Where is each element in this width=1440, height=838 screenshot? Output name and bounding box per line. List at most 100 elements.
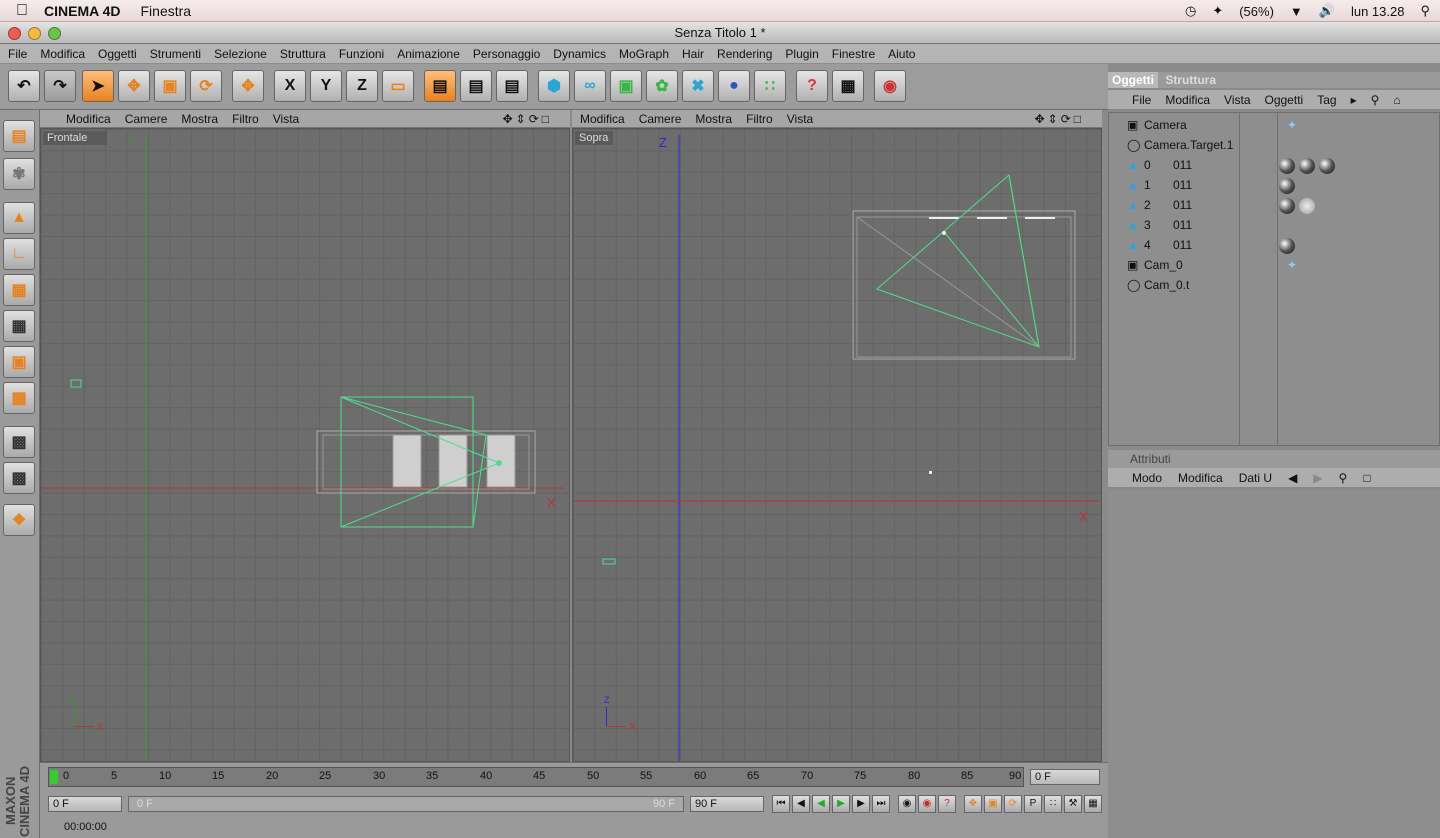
object-row-1[interactable]: ▲ 1 011 <box>1109 175 1439 195</box>
next-key-icon[interactable]: ▶ <box>852 795 870 813</box>
om-menu-oggetti[interactable]: Oggetti <box>1265 93 1304 107</box>
render-picture-viewer-icon[interactable]: ▤ <box>460 70 492 102</box>
viewport-top[interactable]: Sopra Z X Z X <box>572 128 1102 762</box>
om-home-icon[interactable]: ⌂ <box>1393 93 1400 107</box>
motion-record-icon[interactable]: ◉ <box>898 795 916 813</box>
deformer-icon[interactable]: ✖ <box>682 70 714 102</box>
menu-aiuto[interactable]: Aiuto <box>888 47 915 61</box>
menu-dynamics[interactable]: Dynamics <box>553 47 606 61</box>
coordinate-system-icon[interactable]: ▭ <box>382 70 414 102</box>
menu-oggetti[interactable]: Oggetti <box>98 47 137 61</box>
play-forward-icon[interactable]: ▶ <box>832 795 850 813</box>
protection-tag-icon[interactable]: ✦ <box>1287 115 1297 135</box>
attr-menu-modo[interactable]: Modo <box>1132 471 1162 485</box>
om-more-icon[interactable]: ▸ <box>1351 93 1357 107</box>
vp1-menu-vista[interactable]: Vista <box>273 112 299 126</box>
om-menu-file[interactable]: File <box>1132 93 1151 107</box>
vp1-menu-camere[interactable]: Camere <box>125 112 168 126</box>
object-tool-icon[interactable]: ∟ <box>3 238 35 270</box>
menu-plugin[interactable]: Plugin <box>785 47 818 61</box>
x-axis-button[interactable]: X <box>274 70 306 102</box>
render-settings-icon[interactable]: ▤ <box>496 70 528 102</box>
battery-status[interactable]: (56%) <box>1239 4 1274 19</box>
tab-oggetti[interactable]: Oggetti <box>1108 72 1158 88</box>
key-scale-icon[interactable]: ▣ <box>984 795 1002 813</box>
object-row-cam0[interactable]: ▣ Cam_0 ✦ <box>1109 255 1439 275</box>
attr-search-icon[interactable]: ⚲ <box>1339 471 1348 485</box>
redo-icon[interactable]: ↷ <box>44 70 76 102</box>
om-menu-tag[interactable]: Tag <box>1317 93 1336 107</box>
object-row-cam0-t[interactable]: ◯ Cam_0.t <box>1109 275 1439 295</box>
viewport-front[interactable]: Frontale Y X Y X <box>40 128 570 762</box>
vp2-menu-camere[interactable]: Camere <box>639 112 682 126</box>
coordinate-tool-icon[interactable]: ✥ <box>232 70 264 102</box>
object-row-4[interactable]: ▲ 4 011 <box>1109 235 1439 255</box>
object-row-2[interactable]: ▲ 2 011 <box>1109 195 1439 215</box>
protection-tag-icon[interactable]: ✦ <box>1287 255 1297 275</box>
subdivision-surface-icon[interactable]: ▣ <box>610 70 642 102</box>
vp1-menu-modifica[interactable]: Modifica <box>66 112 111 126</box>
menu-rendering[interactable]: Rendering <box>717 47 772 61</box>
menu-funzioni[interactable]: Funzioni <box>339 47 384 61</box>
array-icon[interactable]: ✿ <box>646 70 678 102</box>
points-tool-icon[interactable]: ▦ <box>3 274 35 306</box>
undo-icon[interactable]: ↶ <box>8 70 40 102</box>
object-row-camera[interactable]: ▣ Camera ✦ <box>1109 115 1439 135</box>
workplane-icon[interactable]: ▩ <box>3 462 35 494</box>
attr-menu-dati-u[interactable]: Dati U <box>1239 471 1272 485</box>
scale-tool-icon[interactable]: ▣ <box>154 70 186 102</box>
go-to-start-icon[interactable]: ⏮ <box>772 795 790 813</box>
object-row-3[interactable]: ▲ 3 011 <box>1109 215 1439 235</box>
om-menu-vista[interactable]: Vista <box>1224 93 1250 107</box>
key-position-icon[interactable]: ✥ <box>964 795 982 813</box>
rotate-tool-icon[interactable]: ⟳ <box>190 70 222 102</box>
finestra-menu[interactable]: Finestra <box>141 3 192 19</box>
go-to-end-icon[interactable]: ⏭ <box>872 795 890 813</box>
end-frame-field[interactable]: 90 F <box>690 796 764 812</box>
checker-icon[interactable]: ▩ <box>3 426 35 458</box>
spline-icon[interactable]: ∞ <box>574 70 606 102</box>
vp2-menu-filtro[interactable]: Filtro <box>746 112 773 126</box>
om-menu-modifica[interactable]: Modifica <box>1165 93 1210 107</box>
calendar-help-icon[interactable]: ▦ <box>832 70 864 102</box>
web-browser-icon[interactable]: ◉ <box>874 70 906 102</box>
vp2-menu-modifica[interactable]: Modifica <box>580 112 625 126</box>
model-tool-icon[interactable]: ▲ <box>3 202 35 234</box>
minimize-window-icon[interactable] <box>28 27 41 40</box>
menu-file[interactable]: File <box>8 47 27 61</box>
z-axis-button[interactable]: Z <box>346 70 378 102</box>
object-row-0[interactable]: ▲ 0 011 <box>1109 155 1439 175</box>
menu-selezione[interactable]: Selezione <box>214 47 267 61</box>
om-search-icon[interactable]: ⚲ <box>1371 93 1380 107</box>
menu-animazione[interactable]: Animazione <box>397 47 460 61</box>
vp1-menu-mostra[interactable]: Mostra <box>181 112 218 126</box>
scene-object-icon[interactable]: ● <box>718 70 750 102</box>
volume-icon[interactable]: 🔊 <box>1319 3 1335 19</box>
bluetooth-icon[interactable]: ✦ <box>1212 3 1223 19</box>
key-param-icon[interactable]: P <box>1024 795 1042 813</box>
clock[interactable]: lun 13.28 <box>1351 4 1405 19</box>
playhead[interactable] <box>50 770 58 784</box>
attr-forward-icon[interactable]: ▶ <box>1313 471 1322 485</box>
frame-range-slider[interactable]: 0 F 90 F <box>128 796 684 812</box>
key-pla-icon[interactable]: ∷ <box>1044 795 1062 813</box>
menu-mograph[interactable]: MoGraph <box>619 47 669 61</box>
render-view-icon[interactable]: ▤ <box>424 70 456 102</box>
play-backward-icon[interactable]: ◀ <box>812 795 830 813</box>
autokey-icon[interactable]: ? <box>938 795 956 813</box>
editor-view-icon[interactable]: ▤ <box>3 120 35 152</box>
menu-finestre[interactable]: Finestre <box>832 47 875 61</box>
vp2-menu-vista[interactable]: Vista <box>787 112 813 126</box>
attr-back-icon[interactable]: ◀ <box>1288 471 1297 485</box>
timeline-settings-icon[interactable]: ⚒ <box>1064 795 1082 813</box>
wifi-icon[interactable]: ▼ <box>1290 4 1303 19</box>
tab-struttura[interactable]: Struttura <box>1161 72 1220 88</box>
timeline-layout-icon[interactable]: ▦ <box>1084 795 1102 813</box>
material-tags[interactable] <box>1279 175 1299 195</box>
menu-personaggio[interactable]: Personaggio <box>473 47 540 61</box>
cube-primitive-icon[interactable]: ⬢ <box>538 70 570 102</box>
edges-tool-icon[interactable]: ▦ <box>3 310 35 342</box>
texture-tool-icon[interactable]: ▩ <box>3 382 35 414</box>
vp2-menu-mostra[interactable]: Mostra <box>695 112 732 126</box>
start-frame-field[interactable]: 0 F <box>48 796 122 812</box>
